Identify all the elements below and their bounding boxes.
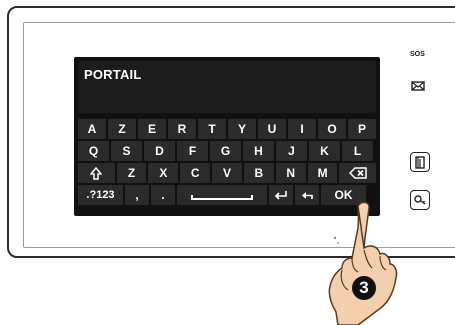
touch-screen: PORTAIL A Z E R T Y U I O P Q S D F G H …: [74, 57, 380, 216]
keyboard-row-2: Q S D F G H J K L: [78, 141, 376, 161]
enter-key[interactable]: [269, 185, 293, 205]
key-i[interactable]: I: [288, 119, 316, 139]
key-e[interactable]: E: [138, 119, 166, 139]
shift-key[interactable]: [78, 163, 115, 183]
key-u[interactable]: U: [258, 119, 286, 139]
key-d[interactable]: D: [144, 141, 175, 161]
key-z2[interactable]: Z: [116, 163, 147, 183]
space-bar-icon: [191, 194, 253, 200]
key-s[interactable]: S: [111, 141, 142, 161]
backspace-key[interactable]: [339, 163, 377, 183]
key-c[interactable]: C: [180, 163, 211, 183]
key-v[interactable]: V: [212, 163, 242, 183]
key-z[interactable]: Z: [108, 119, 136, 139]
key-o[interactable]: O: [318, 119, 346, 139]
step-number-badge: 3: [352, 276, 376, 300]
key-k[interactable]: K: [309, 141, 340, 161]
key-r[interactable]: R: [168, 119, 196, 139]
comma-key[interactable]: ,: [125, 185, 149, 205]
key-f[interactable]: F: [177, 141, 208, 161]
door-button[interactable]: [410, 152, 430, 172]
key-y[interactable]: Y: [228, 119, 256, 139]
enter-icon: [274, 190, 287, 200]
key-q[interactable]: Q: [78, 141, 109, 161]
period-key[interactable]: .: [151, 185, 175, 205]
keyboard-row-3: Z X C V B N M: [78, 163, 377, 183]
back-key[interactable]: [295, 185, 319, 205]
numbers-key[interactable]: .?123: [78, 185, 123, 205]
shift-icon: [90, 166, 103, 180]
key-a[interactable]: A: [78, 119, 106, 139]
key-button[interactable]: [410, 190, 430, 210]
key-icon: [413, 195, 425, 205]
key-g[interactable]: G: [210, 141, 241, 161]
mail-icon[interactable]: [411, 81, 425, 91]
text-input-field[interactable]: PORTAIL: [78, 61, 376, 113]
text-input-value: PORTAIL: [84, 67, 142, 82]
key-p[interactable]: P: [348, 119, 376, 139]
key-x[interactable]: X: [148, 163, 179, 183]
keyboard-row-1: A Z E R T Y U I O P: [78, 119, 376, 139]
back-arrow-icon: [302, 191, 313, 199]
key-t[interactable]: T: [198, 119, 226, 139]
hand-pointer-icon: [328, 201, 398, 325]
sos-label: SOS: [410, 51, 425, 58]
space-key[interactable]: [177, 185, 267, 205]
key-h[interactable]: H: [243, 141, 274, 161]
key-l[interactable]: L: [342, 141, 373, 161]
on-screen-keyboard: A Z E R T Y U I O P Q S D F G H J K L Z: [78, 119, 377, 207]
key-m[interactable]: M: [307, 163, 338, 183]
backspace-icon: [348, 167, 367, 179]
key-b[interactable]: B: [243, 163, 274, 183]
door-icon: [415, 155, 425, 169]
key-j[interactable]: J: [276, 141, 307, 161]
key-n[interactable]: N: [275, 163, 306, 183]
